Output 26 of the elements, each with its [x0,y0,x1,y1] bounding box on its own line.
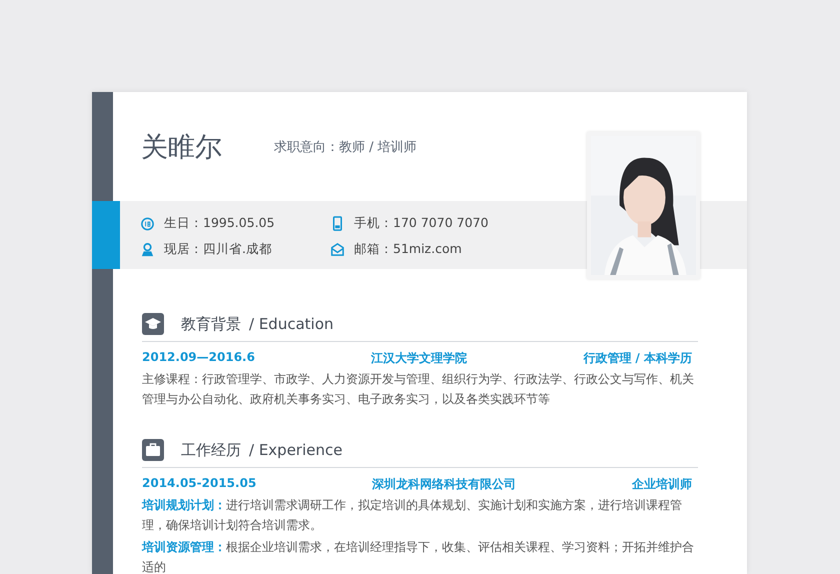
section-subtitle: / Experience [249,441,342,459]
section-title: 教育背景 [181,314,241,334]
phone-icon [330,216,345,231]
person-name: 关睢尔 [141,130,222,164]
section-subtitle: / Education [249,315,334,333]
job-intent: 求职意向：教师 / 培训师 [274,138,417,156]
entry-date: 2012.09—2016.6 [142,350,255,366]
info-text: 邮箱：51miz.com [354,241,462,258]
entry-organization: 江汉大学文理学院 [371,350,468,367]
entry-role: 行政管理 / 本科学历 [583,350,692,367]
entry-description: 主修课程：行政管理学、市政学、人力资源开发与管理、组织行为学、行政法学、行政公文与写作、机关管理与办公自动化、政府机关事务实习、电子政务实习，以及各类实践环节等 [142,371,695,408]
person-pin-icon [140,242,155,257]
graduation-cap-icon [142,313,164,335]
accent-block [92,201,120,269]
birthday-icon [140,216,155,231]
briefcase-icon [142,439,164,461]
entry-description: 培训规划计划：进行培训需求调研工作，拟定培训的具体规划、实施计划和实施方案，进行培训课程管理，确保培训计划符合培训需求。 [142,497,683,534]
entry-description: 培训资源管理：根据企业培训需求，在培训经理指导下，收集、评估相关课程、学习资料；开拓并维护合适的 [142,539,695,574]
entry-role: 企业培训师 [632,476,692,493]
entry-date: 2014.05-2015.05 [142,476,256,492]
info-text: 生日：1995.05.05 [164,215,275,232]
section-title: 工作经历 [181,440,241,460]
mail-icon [330,242,345,257]
info-text: 现居：四川省.成都 [164,241,272,258]
info-text: 手机：170 7070 7070 [354,215,488,232]
entry-organization: 深圳龙科网络科技有限公司 [372,476,516,493]
